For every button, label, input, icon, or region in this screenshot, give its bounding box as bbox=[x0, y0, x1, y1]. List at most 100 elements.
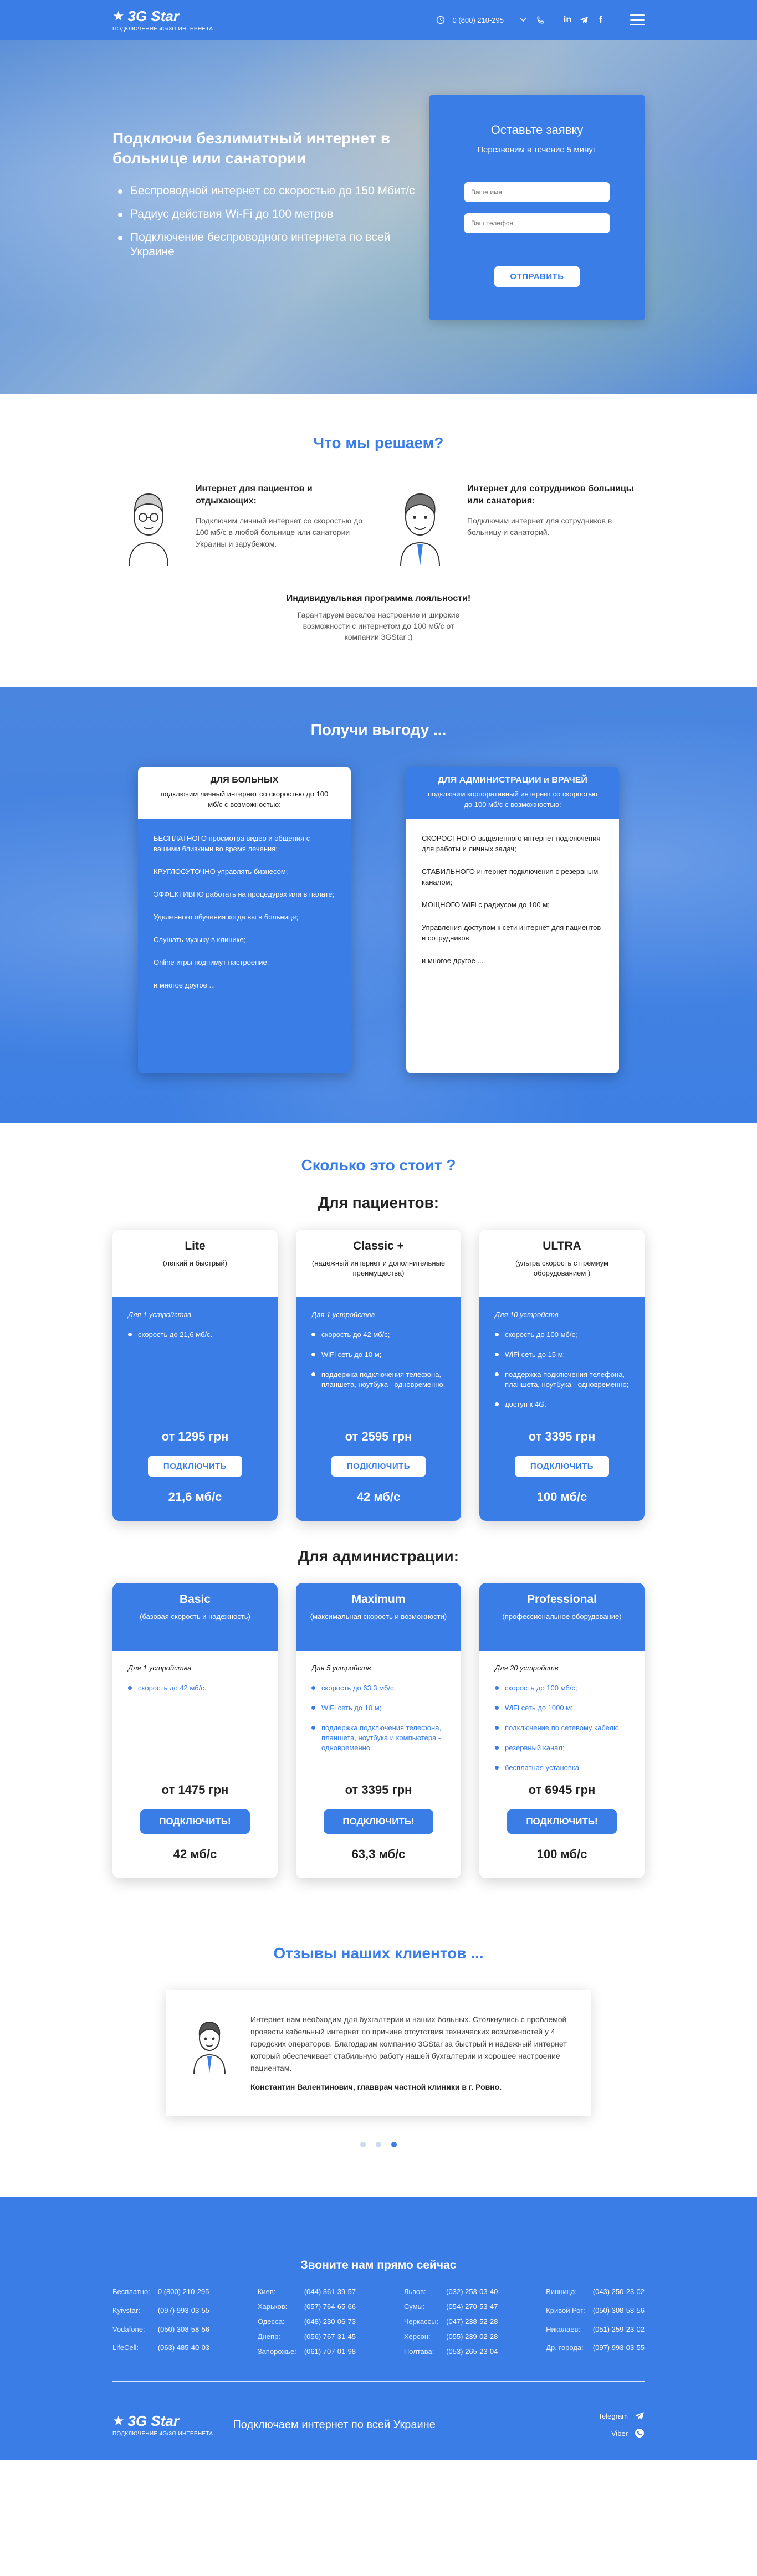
phone-value[interactable]: (048) 230-06-73 bbox=[304, 2317, 356, 2326]
benefit-item: Удаленного обучения когда вы в больнице; bbox=[154, 913, 299, 921]
benefit-card-title: ДЛЯ АДМИНИСТРАЦИИ и ВРАЧЕЙ bbox=[438, 775, 587, 785]
phone-number[interactable]: 0 (800) 210-295 bbox=[452, 16, 504, 24]
phone-list: Бесплатно: 0 (800) 210-295 Kyivstar: (097)… bbox=[112, 2287, 645, 2356]
footer-logo[interactable]: ★ 3G Star ПОДКЛЮЧЕНИЕ 4G/3G ИНТЕРНЕТА bbox=[112, 2413, 213, 2437]
plan-speed: 42 мб/с bbox=[356, 1490, 401, 1504]
plan-feature: скорость до 21,6 мб/с. bbox=[128, 1330, 262, 1340]
section-title: Что мы решаем? bbox=[313, 434, 444, 451]
solve-section: Что мы решаем? Интернет для пациентов и … bbox=[0, 394, 757, 687]
contacts-title: Звоните нам прямо сейчас bbox=[300, 2259, 457, 2271]
phone-value[interactable]: (097) 993-03-55 bbox=[593, 2343, 645, 2356]
phone-label: Бесплатно: bbox=[112, 2287, 150, 2296]
plan-card-classic: Classic + (надежный интернет и дополнител… bbox=[296, 1230, 461, 1521]
site-header: ★ 3G Star ПОДКЛЮЧЕНИЕ 4G/3G ИНТЕРНЕТА 0 (… bbox=[0, 0, 757, 40]
phone-value[interactable]: (057) 764-65-66 bbox=[304, 2302, 356, 2311]
name-input[interactable] bbox=[464, 182, 610, 202]
plan-feature: скорость до 42 мб/с. bbox=[128, 1683, 262, 1693]
pricing-section: Сколько это стоит ? Для пациентов: Lite (… bbox=[0, 1123, 757, 1922]
phone-value[interactable]: (056) 767-31-45 bbox=[304, 2332, 356, 2341]
benefit-card-admin: ДЛЯ АДМИНИСТРАЦИИ и ВРАЧЕЙ подключим кор… bbox=[406, 767, 619, 1073]
solve-item-title: Интернет для сотрудников больницы или са… bbox=[467, 484, 634, 506]
phone-value[interactable]: (032) 253-03-40 bbox=[446, 2287, 498, 2296]
phone-value[interactable]: (061) 707-01-98 bbox=[304, 2347, 356, 2356]
form-title: Оставьте заявку bbox=[490, 123, 584, 137]
phone-label: Киев: bbox=[257, 2287, 276, 2296]
connect-button[interactable]: ПОДКЛЮЧИТЬ! bbox=[507, 1809, 617, 1834]
phone-value[interactable]: (047) 238-52-28 bbox=[446, 2317, 498, 2326]
reviewer-avatar-icon bbox=[193, 2021, 226, 2074]
plan-card-basic: Basic (базовая скорость и надежность) Для… bbox=[112, 1583, 278, 1878]
plan-feature: поддержка подключения телефона, планшета… bbox=[311, 1723, 446, 1753]
logo-text: 3G Star bbox=[127, 2413, 180, 2429]
carousel-dot-active[interactable] bbox=[391, 2142, 397, 2147]
plan-desc: (максимальная скорость и возможности) bbox=[310, 1612, 447, 1621]
phone-label: Kyivstar: bbox=[112, 2306, 140, 2315]
phone-value[interactable]: (051) 259-23-02 bbox=[593, 2325, 645, 2337]
plan-desc: (легкий и быстрый) bbox=[163, 1259, 227, 1267]
phone-value[interactable]: (044) 361-39-57 bbox=[304, 2287, 356, 2296]
connect-button[interactable]: ПОДКЛЮЧИТЬ! bbox=[140, 1809, 250, 1834]
hero-bullet: Подключение беспроводного интернета по в… bbox=[112, 230, 423, 259]
divider bbox=[112, 2381, 645, 2382]
phone-value[interactable]: (054) 270-53-47 bbox=[446, 2302, 498, 2311]
plan-speed: 63,3 мб/с bbox=[351, 1847, 406, 1861]
chevron-down-icon[interactable] bbox=[516, 13, 530, 27]
staff-avatar-icon bbox=[400, 493, 440, 566]
phone-input[interactable] bbox=[464, 213, 610, 233]
plan-feature: резервный канал; bbox=[495, 1743, 629, 1753]
benefit-card-subtitle: подключим личный интернет со скоростью д… bbox=[160, 790, 329, 809]
telegram-icon[interactable] bbox=[577, 13, 591, 27]
plan-price: от 2595 грн bbox=[345, 1430, 412, 1443]
phone-label: Vodafone: bbox=[112, 2325, 145, 2333]
phone-value[interactable]: (097) 993-03-55 bbox=[158, 2306, 209, 2318]
plan-feature: подключение по сетевому кабелю; bbox=[495, 1723, 629, 1733]
connect-button[interactable]: ПОДКЛЮЧИТЬ bbox=[147, 1456, 243, 1477]
plan-speed: 100 мб/с bbox=[536, 1847, 587, 1861]
plan-price: от 3395 грн bbox=[345, 1783, 412, 1797]
carousel-dot[interactable] bbox=[360, 2142, 366, 2147]
header-phone[interactable]: 0 (800) 210-295 bbox=[433, 13, 504, 27]
phone-label: Др. города: bbox=[546, 2343, 584, 2352]
plan-desc: (профессиональное оборудование) bbox=[502, 1612, 622, 1621]
phone-value[interactable]: (063) 485-40-03 bbox=[158, 2343, 209, 2356]
phone-value[interactable]: (043) 250-23-02 bbox=[593, 2287, 645, 2300]
phone-label: Сумы: bbox=[403, 2302, 425, 2311]
plan-devices: Для 20 устройств bbox=[495, 1664, 559, 1672]
phone-label: Харьков: bbox=[257, 2302, 288, 2311]
phone-label: Винница: bbox=[546, 2287, 577, 2296]
viber-label: Viber bbox=[611, 2429, 628, 2438]
benefits-section: Получи выгоду ... ДЛЯ БОЛЬНЫХ подключим … bbox=[0, 687, 757, 1123]
plan-feature: доступ к 4G. bbox=[495, 1400, 629, 1410]
plan-devices: Для 1 устройства bbox=[311, 1310, 375, 1319]
submit-button[interactable]: ОТПРАВИТЬ bbox=[494, 266, 580, 287]
telegram-link[interactable]: Telegram bbox=[599, 2412, 645, 2420]
phone-value[interactable]: (050) 308-58-56 bbox=[593, 2306, 645, 2318]
plan-feature: скорость до 100 мб/с; bbox=[495, 1683, 629, 1693]
connect-button[interactable]: ПОДКЛЮЧИТЬ bbox=[331, 1456, 426, 1477]
facebook-icon[interactable]: f bbox=[594, 13, 608, 27]
plan-price: от 1475 грн bbox=[161, 1783, 229, 1797]
connect-button[interactable]: ПОДКЛЮЧИТЬ! bbox=[324, 1809, 433, 1834]
plan-name: Professional bbox=[526, 1593, 597, 1606]
phone-value[interactable]: (053) 265-23-04 bbox=[446, 2347, 498, 2356]
plan-price: от 6945 грн bbox=[528, 1783, 596, 1797]
benefit-item: и многое другое ... bbox=[154, 981, 216, 989]
plan-speed: 21,6 мб/с bbox=[168, 1490, 222, 1504]
plan-name: Classic + bbox=[353, 1240, 404, 1252]
viber-link[interactable]: Viber bbox=[599, 2428, 645, 2438]
hero-bullets: Беспроводной интернет со скоростью до 15… bbox=[112, 184, 423, 259]
plan-feature: WiFi сеть до 10 м; bbox=[311, 1350, 446, 1360]
phone-label: Херсон: bbox=[403, 2332, 431, 2341]
phone-value[interactable]: 0 (800) 210-295 bbox=[158, 2287, 209, 2300]
phone-icon[interactable] bbox=[534, 13, 548, 27]
linkedin-icon[interactable]: in bbox=[560, 13, 575, 27]
plan-feature: поддержка подключения телефона, планшета… bbox=[311, 1370, 446, 1390]
menu-icon[interactable] bbox=[630, 14, 645, 25]
carousel-dot[interactable] bbox=[376, 2142, 381, 2147]
phone-value[interactable]: (055) 239-02-28 bbox=[446, 2332, 498, 2341]
star-icon: ★ bbox=[112, 2414, 125, 2429]
logo[interactable]: ★ 3G Star ПОДКЛЮЧЕНИЕ 4G/3G ИНТЕРНЕТА bbox=[112, 8, 213, 32]
connect-button[interactable]: ПОДКЛЮЧИТЬ bbox=[514, 1456, 610, 1477]
benefit-item: ЭФФЕКТИВНО работать на процедурах или в … bbox=[154, 890, 335, 898]
phone-value[interactable]: (050) 308-58-56 bbox=[158, 2325, 209, 2337]
